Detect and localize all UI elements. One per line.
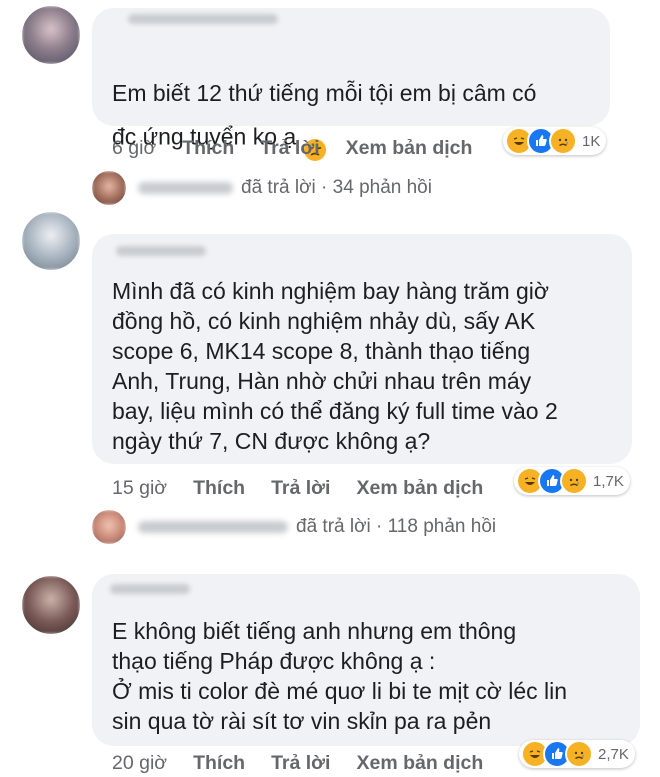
reaction-summary[interactable]: 1,7K xyxy=(514,467,630,495)
comment-text: E không biết tiếng anh nhưng em thông th… xyxy=(112,618,568,734)
reply-summary: đã trả lời · 118 phản hồi xyxy=(296,516,497,537)
comment-timestamp[interactable]: 20 giờ xyxy=(112,752,167,775)
sad-reaction-icon xyxy=(560,467,588,495)
like-button[interactable]: Thích xyxy=(193,752,245,775)
reply-avatar xyxy=(92,510,126,544)
translate-button[interactable]: Xem bản dịch xyxy=(356,477,483,500)
commenter-name[interactable] xyxy=(128,14,278,24)
like-button[interactable]: Thích xyxy=(182,137,234,160)
like-button[interactable]: Thích xyxy=(193,477,245,500)
translate-button[interactable]: Xem bản dịch xyxy=(356,752,483,775)
reply-summary: đã trả lời · 34 phản hồi xyxy=(241,177,432,198)
reaction-count: 2,7K xyxy=(598,745,629,763)
sad-reaction-icon xyxy=(565,740,593,768)
reply-button[interactable]: Trả lời xyxy=(260,137,319,160)
comment-text: Mình đã có kinh nghiệm bay hàng trăm giờ… xyxy=(112,278,558,454)
commenter-name[interactable] xyxy=(110,584,190,594)
reaction-summary[interactable]: 1K xyxy=(503,127,607,155)
comment-actions: 6 giờ Thích Trả lời Xem bản dịch xyxy=(112,137,472,160)
reply-button[interactable]: Trả lời xyxy=(271,477,330,500)
commenter-name[interactable] xyxy=(116,246,206,256)
comment-timestamp[interactable]: 6 giờ xyxy=(112,137,156,160)
reaction-summary[interactable]: 2,7K xyxy=(519,740,635,768)
replies-link[interactable]: đã trả lời · 118 phản hồi xyxy=(92,510,496,544)
comment-timestamp[interactable]: 15 giờ xyxy=(112,477,167,500)
translate-button[interactable]: Xem bản dịch xyxy=(346,137,473,160)
reaction-count: 1,7K xyxy=(593,472,624,490)
replier-name xyxy=(138,521,288,533)
avatar[interactable] xyxy=(22,6,80,64)
reply-avatar xyxy=(92,171,126,205)
reaction-count: 1K xyxy=(582,132,601,150)
avatar[interactable] xyxy=(22,576,80,634)
comment-actions: 15 giờ Thích Trả lời Xem bản dịch xyxy=(112,477,483,500)
sad-reaction-icon xyxy=(549,127,577,155)
avatar[interactable] xyxy=(22,212,80,270)
reply-button[interactable]: Trả lời xyxy=(271,752,330,775)
replier-name xyxy=(138,182,233,194)
replies-link[interactable]: đã trả lời · 34 phản hồi xyxy=(92,171,432,205)
comment-actions: 20 giờ Thích Trả lời Xem bản dịch xyxy=(112,752,483,775)
